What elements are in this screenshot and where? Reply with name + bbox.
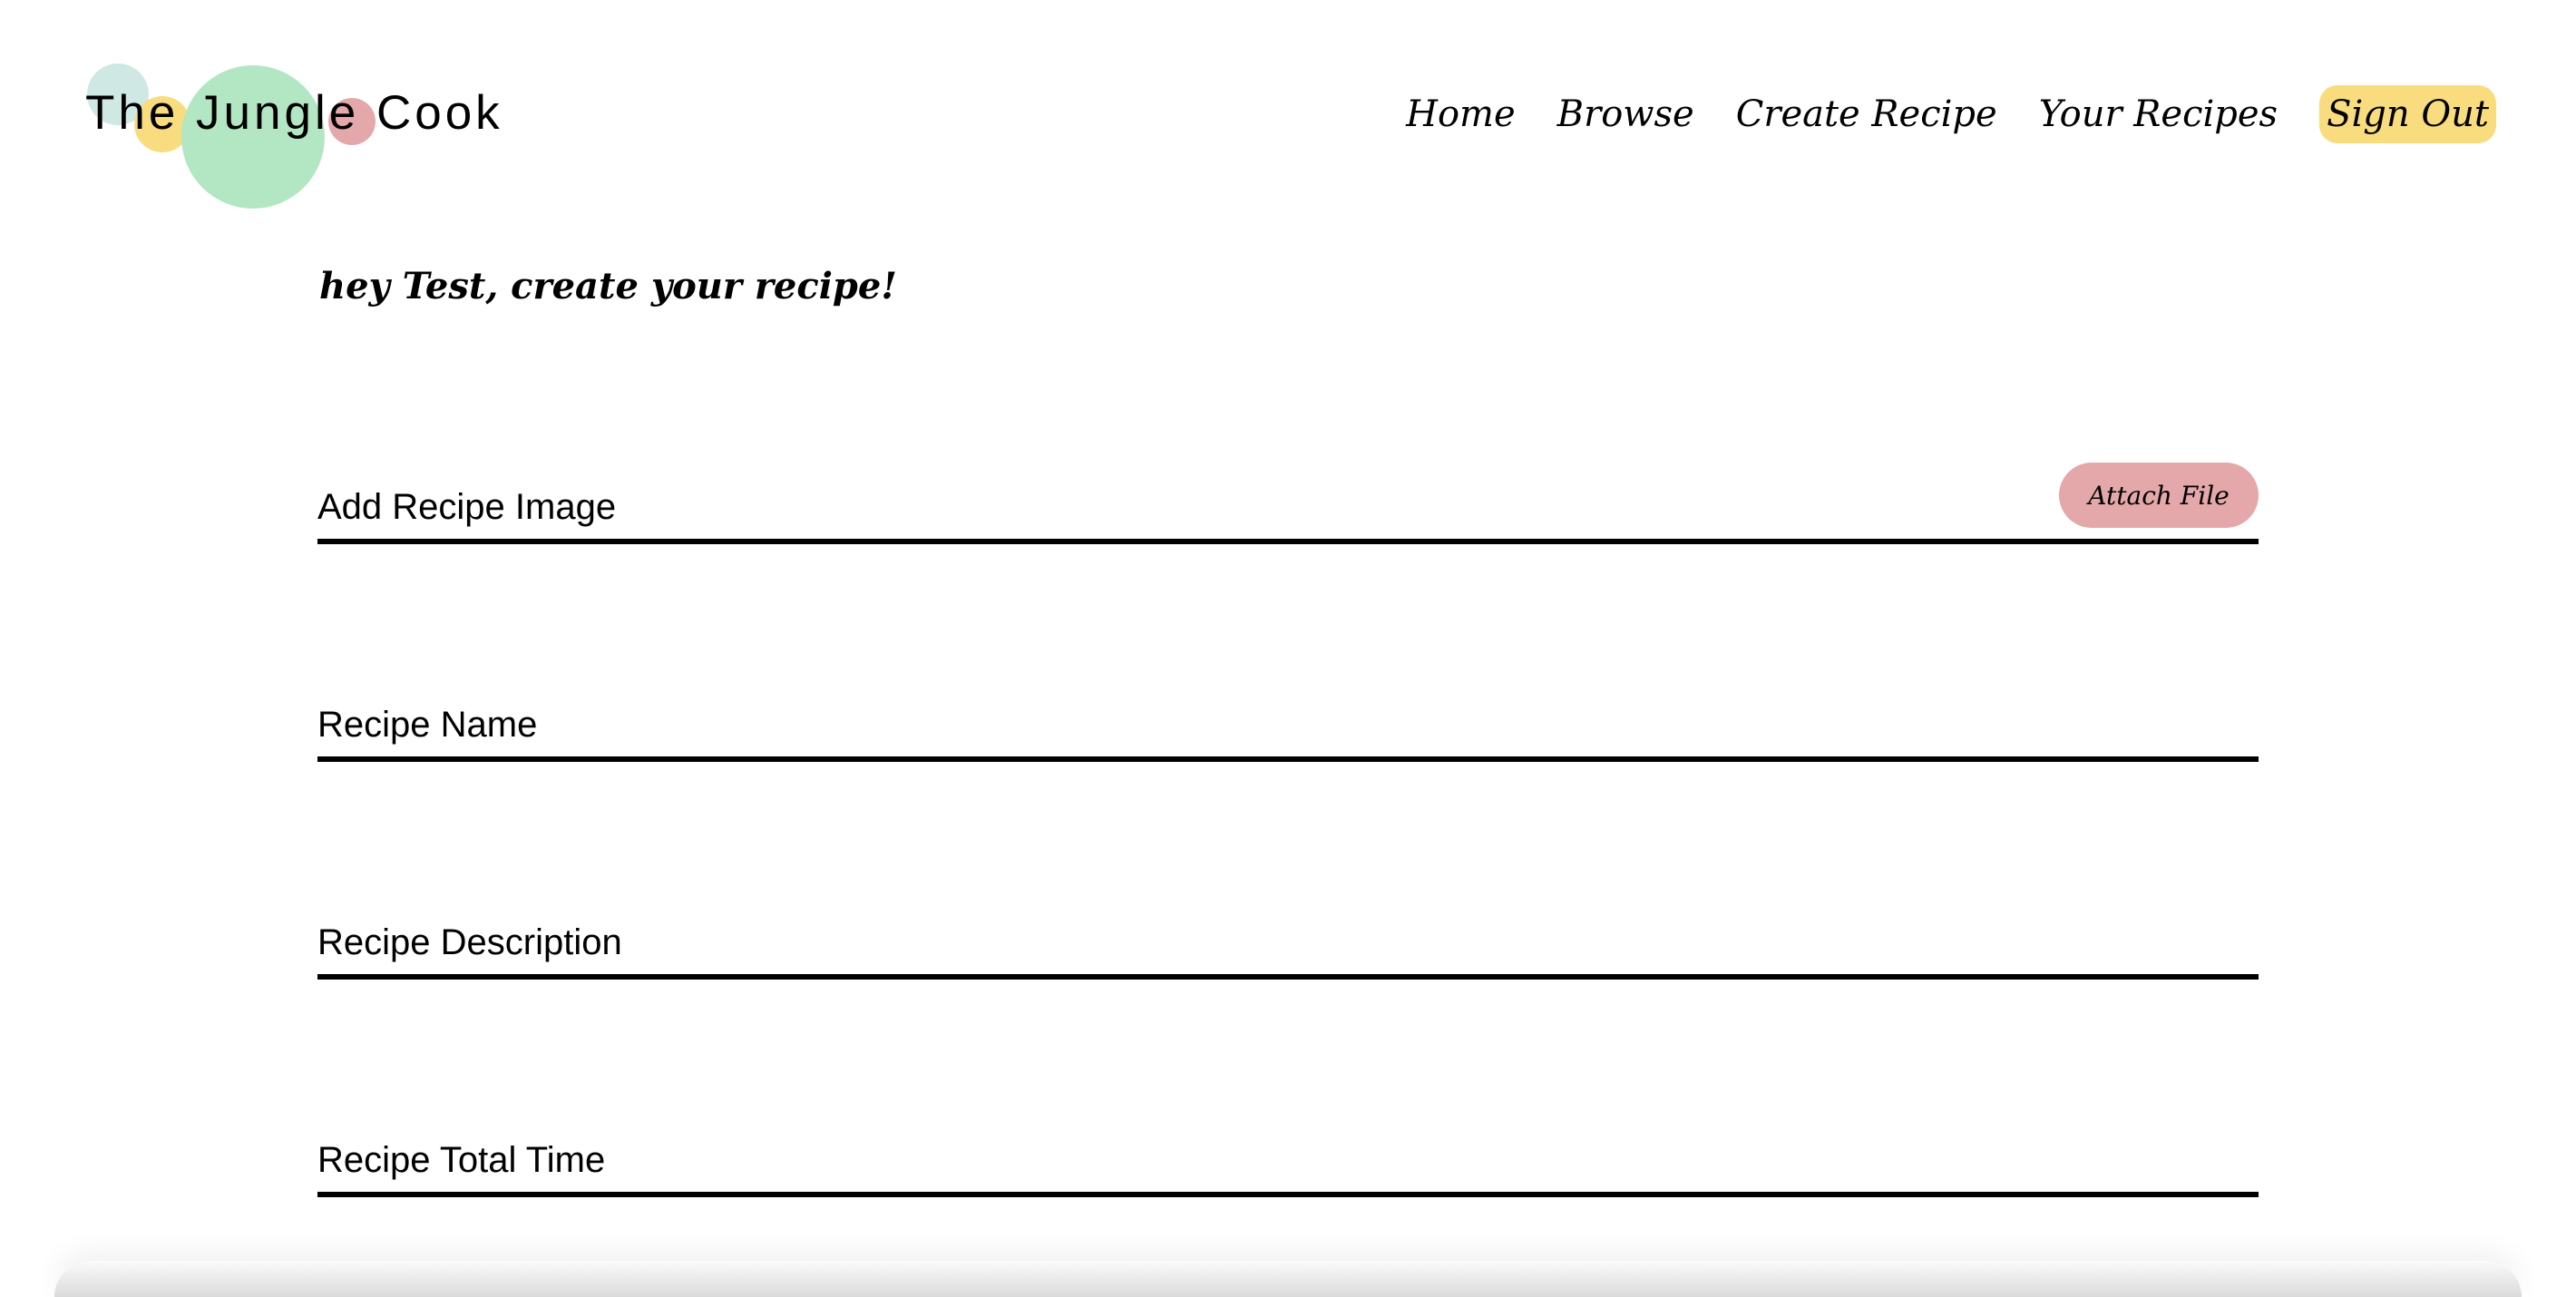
recipe-total-time-field[interactable]: Recipe Total Time	[317, 1119, 2259, 1197]
nav-your-recipes-link[interactable]: Your Recipes	[2039, 85, 2278, 143]
bottom-shadow-divider	[54, 1261, 2522, 1297]
nav-browse-link[interactable]: Browse	[1557, 85, 1694, 143]
nav-create-recipe-link[interactable]: Create Recipe	[1736, 85, 1997, 143]
recipe-image-field[interactable]: Add Recipe Image Attach File	[317, 463, 2259, 544]
recipe-description-label: Recipe Description	[317, 922, 622, 962]
site-logo[interactable]: The Jungle Cook	[85, 63, 503, 209]
recipe-name-label: Recipe Name	[317, 705, 538, 745]
recipe-total-time-label: Recipe Total Time	[317, 1140, 606, 1180]
attach-file-button[interactable]: Attach File	[2059, 463, 2259, 528]
main-nav: Home Browse Create Recipe Your Recipes S…	[1406, 85, 2496, 143]
recipe-name-field[interactable]: Recipe Name	[317, 684, 2259, 762]
logo-text: The Jungle Cook	[85, 86, 503, 140]
nav-home-link[interactable]: Home	[1406, 85, 1516, 143]
nav-sign-out-button[interactable]: Sign Out	[2319, 85, 2496, 143]
greeting-heading: hey Test, create your recipe!	[319, 265, 897, 307]
recipe-image-label: Add Recipe Image	[317, 487, 617, 527]
recipe-description-field[interactable]: Recipe Description	[317, 902, 2259, 980]
